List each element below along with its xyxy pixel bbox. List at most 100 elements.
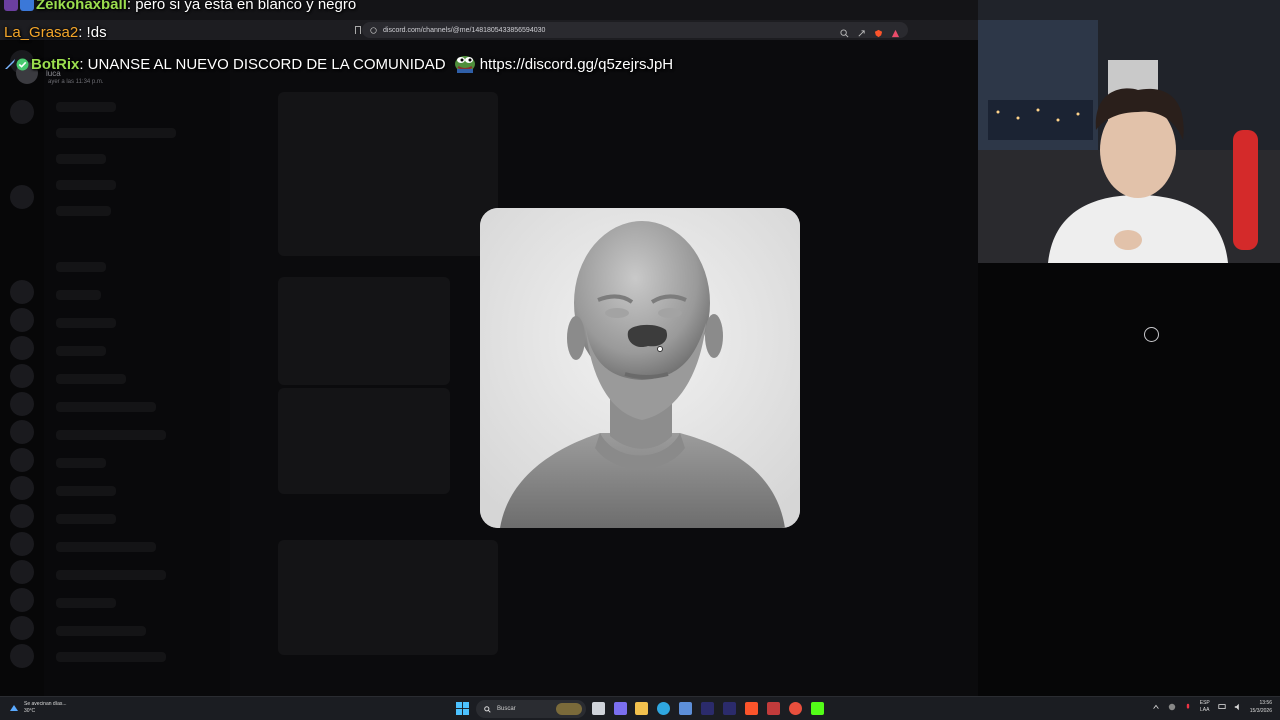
- server-icon[interactable]: [10, 308, 34, 332]
- streamer-webcam-image: [978, 0, 1280, 263]
- volume-icon[interactable]: [1234, 703, 1242, 711]
- loading-spinner-icon: [1144, 327, 1159, 342]
- message-timestamp: ayer a las 11:34 p.m.: [48, 79, 104, 85]
- server-icon[interactable]: [10, 560, 34, 584]
- server-icon[interactable]: [10, 392, 34, 416]
- message-image-thumbnail[interactable]: [278, 540, 498, 655]
- network-icon[interactable]: [1218, 703, 1226, 711]
- subscriber-badge-icon: [4, 0, 18, 11]
- dm-list-item[interactable]: [56, 598, 116, 608]
- server-icon[interactable]: [10, 504, 34, 528]
- address-bar[interactable]: discord.com/channels/@me/148180543385659…: [362, 22, 908, 38]
- chat-message: BotRix: UNANSE AL NUEVO DISCORD DE LA CO…: [4, 53, 673, 73]
- server-icon[interactable]: [10, 644, 34, 668]
- webcam-feed: [978, 0, 1280, 263]
- dm-list-item[interactable]: [56, 542, 156, 552]
- dm-list-item[interactable]: [56, 402, 156, 412]
- discord-right-panel-dimmed: [978, 263, 1280, 696]
- verified-check-icon: [16, 58, 29, 71]
- server-icon[interactable]: [10, 616, 34, 640]
- app-mm-icon[interactable]: [723, 702, 736, 715]
- dm-list-item[interactable]: [56, 570, 166, 580]
- brave-rewards-icon[interactable]: [891, 25, 900, 38]
- chat-username: Zeikohaxball: [36, 0, 127, 13]
- store-icon[interactable]: [679, 702, 692, 715]
- message-image-thumbnail[interactable]: [278, 92, 498, 256]
- server-icon[interactable]: [10, 100, 34, 124]
- chat-message: La_Grasa2: !ds: [4, 24, 107, 41]
- message-image-thumbnail[interactable]: [278, 388, 450, 494]
- site-info-icon[interactable]: [370, 26, 377, 34]
- task-view-icon[interactable]: [592, 702, 605, 715]
- dm-list-item[interactable]: [56, 102, 116, 112]
- dm-list-item[interactable]: [56, 154, 106, 164]
- dm-list-item[interactable]: [56, 290, 101, 300]
- copilot-icon[interactable]: [614, 702, 627, 715]
- dm-list-item[interactable]: [56, 486, 116, 496]
- clock[interactable]: 13:56 15/3/2026: [1250, 699, 1272, 715]
- dm-list-item[interactable]: [56, 652, 166, 662]
- server-icon[interactable]: [10, 532, 34, 556]
- message-image-thumbnail[interactable]: [278, 277, 450, 385]
- dm-list-item[interactable]: [56, 626, 146, 636]
- server-icon[interactable]: [10, 185, 34, 209]
- edge-icon[interactable]: [657, 702, 670, 715]
- lang-top: ESP: [1199, 700, 1210, 706]
- taskbar-search[interactable]: Buscar: [476, 700, 586, 718]
- dm-list-item[interactable]: [56, 430, 166, 440]
- app-red-icon[interactable]: [767, 702, 780, 715]
- chevron-up-icon[interactable]: [1152, 703, 1160, 711]
- server-icon[interactable]: [10, 588, 34, 612]
- search-highlight-icon: [556, 703, 582, 715]
- windows-start-icon[interactable]: [456, 702, 469, 715]
- kick-icon[interactable]: [811, 702, 824, 715]
- dm-list-item[interactable]: [56, 346, 106, 356]
- share-icon[interactable]: [857, 25, 866, 37]
- dm-list-item[interactable]: [56, 458, 106, 468]
- bald-man-render-image: [480, 208, 800, 528]
- app-fe-icon[interactable]: [701, 702, 714, 715]
- weather-temp: 30°C: [24, 708, 36, 714]
- chat-message: Zeikohaxball: pero si ya esta en blanco …: [4, 0, 356, 13]
- dm-list-item[interactable]: [56, 374, 126, 384]
- search-icon: [484, 705, 491, 713]
- brave-browser-icon[interactable]: [745, 702, 758, 715]
- system-tray: ESP LAA 13:56 15/3/2026: [1152, 699, 1272, 715]
- bookmark-icon[interactable]: [355, 26, 361, 34]
- server-icon[interactable]: [10, 280, 34, 304]
- dm-list-item[interactable]: [56, 514, 116, 524]
- tray-app-icon[interactable]: [1168, 703, 1176, 711]
- weather-icon: [10, 705, 18, 711]
- image-viewer-picture[interactable]: [480, 208, 800, 528]
- clock-time: 13:56: [1259, 700, 1272, 706]
- chat-link[interactable]: https://discord.gg/q5zejrsJpH: [480, 56, 673, 73]
- server-icon[interactable]: [10, 364, 34, 388]
- dm-list-item[interactable]: [56, 318, 116, 328]
- language-indicator[interactable]: ESP LAA: [1200, 700, 1210, 714]
- brave-shield-icon[interactable]: [874, 25, 883, 38]
- dm-list-item[interactable]: [56, 128, 176, 138]
- chat-username: BotRix: [31, 56, 80, 73]
- pepe-emote-icon: [454, 56, 475, 73]
- chat-text: pero si ya esta en blanco y negro: [131, 0, 357, 13]
- zoom-icon[interactable]: [840, 25, 849, 38]
- chat-username: La_Grasa2: [4, 24, 79, 41]
- clock-date: 15/3/2026: [1249, 708, 1272, 714]
- microphone-icon[interactable]: [1184, 703, 1192, 711]
- server-icon[interactable]: [10, 476, 34, 500]
- server-icon[interactable]: [10, 336, 34, 360]
- weather-title: Se avecinan días...: [24, 701, 67, 707]
- file-explorer-icon[interactable]: [635, 702, 648, 715]
- dm-list-item[interactable]: [56, 206, 111, 216]
- url-text[interactable]: discord.com/channels/@me/148180543385659…: [383, 27, 545, 34]
- dm-list-item[interactable]: [56, 180, 116, 190]
- dm-list-item[interactable]: [56, 262, 106, 272]
- server-rail: [0, 40, 44, 696]
- server-icon[interactable]: [10, 448, 34, 472]
- server-icon[interactable]: [10, 420, 34, 444]
- search-placeholder: Buscar: [497, 706, 516, 712]
- weather-widget[interactable]: Se avecinan días... 30°C: [8, 701, 67, 715]
- sword-badge-icon: [5, 59, 15, 69]
- chrome-icon[interactable]: [789, 702, 802, 715]
- chat-text: UNANSE AL NUEVO DISCORD DE LA COMUNIDAD: [83, 56, 446, 73]
